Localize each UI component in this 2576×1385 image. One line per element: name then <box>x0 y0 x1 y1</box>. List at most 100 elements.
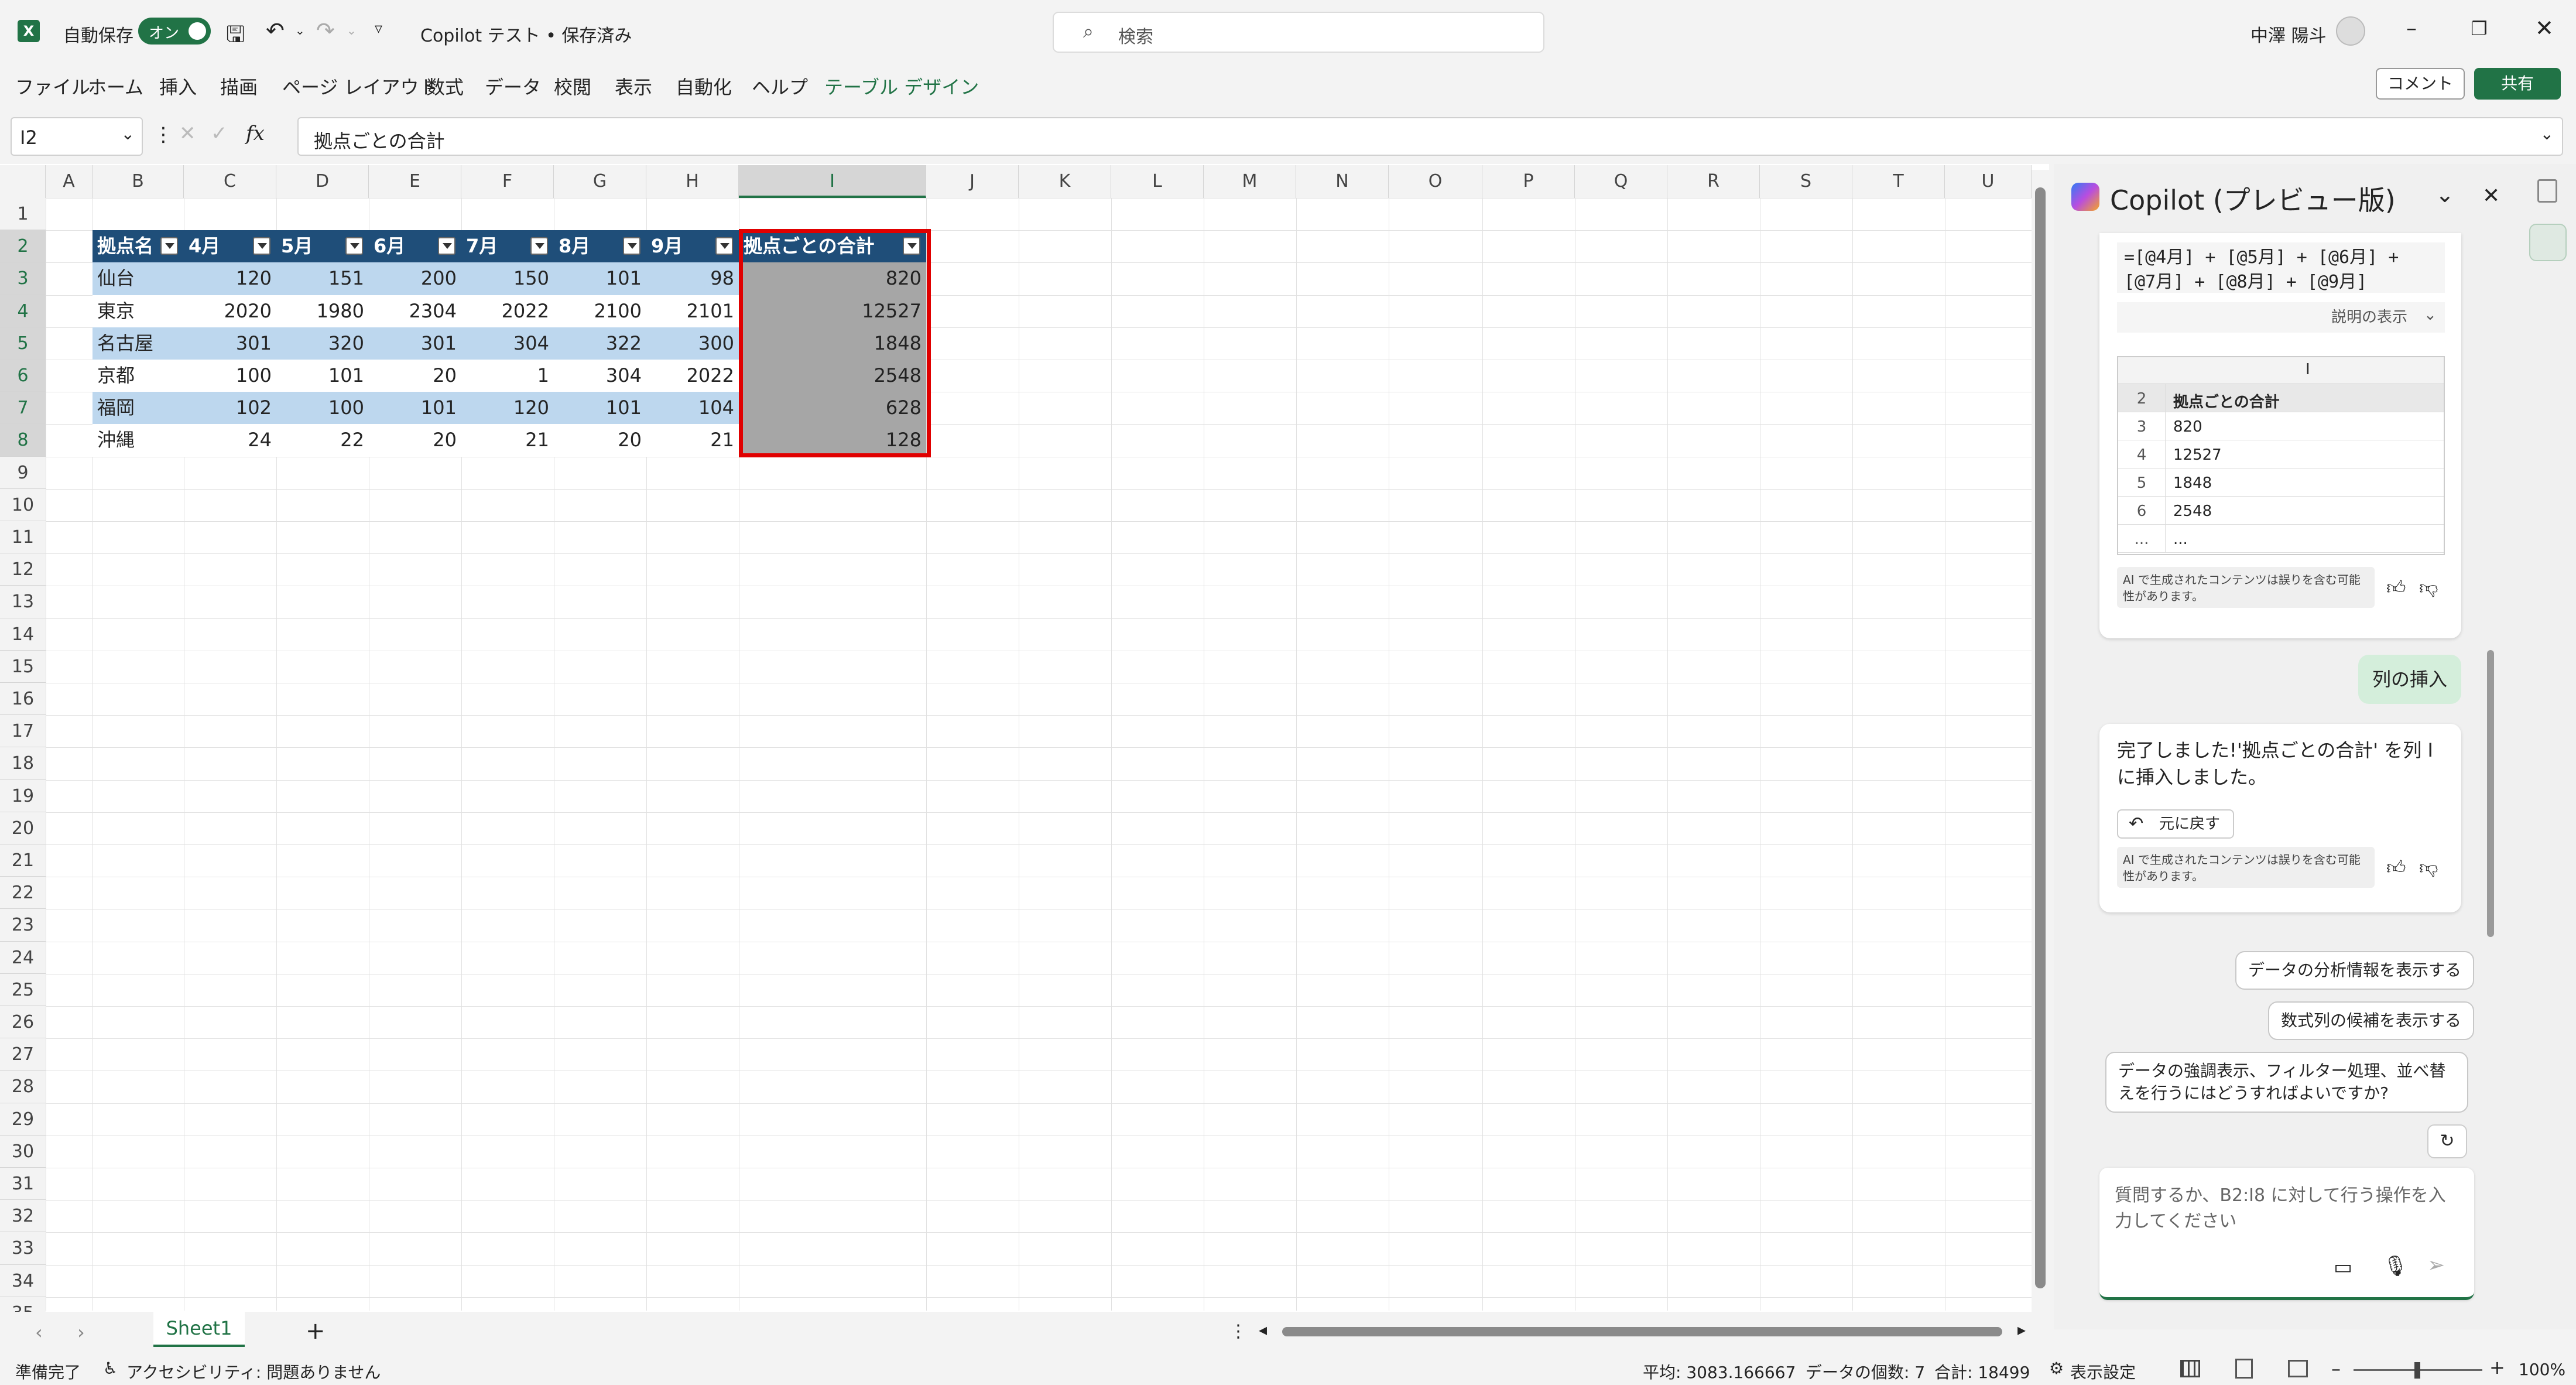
value-cell[interactable]: 98 <box>646 262 739 295</box>
average-status[interactable]: 平均: 3083.166667 <box>1643 1360 1796 1383</box>
row-header-29[interactable]: 29 <box>0 1103 46 1136</box>
value-cell[interactable]: 304 <box>554 360 646 392</box>
value-cell[interactable]: 101 <box>369 392 461 425</box>
sum-status[interactable]: 合計: 18499 <box>1934 1360 2030 1383</box>
value-cell[interactable]: 100 <box>276 392 369 425</box>
column-header-f[interactable]: F <box>461 165 554 198</box>
share-button[interactable]: 共有 <box>2474 68 2561 100</box>
name-box-dropdown-icon[interactable]: ⌄ <box>121 124 135 143</box>
row-header-25[interactable]: 25 <box>0 973 46 1006</box>
row-header-31[interactable]: 31 <box>0 1168 46 1201</box>
column-header-l[interactable]: L <box>1111 165 1204 198</box>
row-header-34[interactable]: 34 <box>0 1264 46 1297</box>
insert-function-icon[interactable]: fx <box>246 122 265 145</box>
page-break-view-icon[interactable] <box>2288 1360 2308 1377</box>
column-header-e[interactable]: E <box>369 165 461 198</box>
column-header-j[interactable]: J <box>926 165 1019 198</box>
column-header-u[interactable]: U <box>1945 165 2032 198</box>
filter-dropdown-icon[interactable] <box>530 237 548 255</box>
value-cell[interactable]: 300 <box>646 327 739 360</box>
value-cell[interactable]: 2100 <box>554 295 646 327</box>
table-header-cell[interactable]: 9月 <box>646 230 739 263</box>
value-cell[interactable]: 151 <box>276 262 369 295</box>
location-cell[interactable]: 仙台 <box>93 262 184 295</box>
column-header-n[interactable]: N <box>1296 165 1389 198</box>
filter-dropdown-icon[interactable] <box>715 237 733 255</box>
value-cell[interactable]: 322 <box>554 327 646 360</box>
restore-icon[interactable]: ❐ <box>2471 18 2488 40</box>
value-cell[interactable]: 101 <box>276 360 369 392</box>
value-cell[interactable]: 21 <box>461 424 554 457</box>
thumbs-down-icon[interactable]: 👎︎ <box>2419 576 2438 599</box>
cancel-icon[interactable]: ✕ <box>179 122 196 145</box>
undo-dropdown-icon[interactable]: ⌄ <box>295 23 305 37</box>
tab-formulas[interactable]: 数式 <box>426 73 464 100</box>
tab-file[interactable]: ファイル <box>15 73 90 100</box>
value-cell[interactable]: 21 <box>646 424 739 457</box>
title-chevron-icon[interactable]: ⌄ <box>603 19 616 36</box>
select-all-corner[interactable] <box>0 165 46 198</box>
row-header-14[interactable]: 14 <box>0 618 46 651</box>
row-header-15[interactable]: 15 <box>0 650 46 683</box>
row-header-2[interactable]: 2 <box>0 230 46 263</box>
tab-splitter-icon[interactable]: ⋮ <box>1229 1321 1247 1342</box>
customize-toolbar-icon[interactable]: ▿ <box>375 20 382 37</box>
display-settings-label[interactable]: 表示設定 <box>2070 1360 2136 1383</box>
notes-icon[interactable] <box>2537 179 2557 203</box>
send-icon[interactable]: ➢ <box>2427 1253 2445 1277</box>
row-header-6[interactable]: 6 <box>0 360 46 392</box>
minimize-icon[interactable]: – <box>2406 16 2417 40</box>
chat-input[interactable]: 質問するか、B2:I8 に対して行う操作を入力してください ▭ 🎙︎ ➢ <box>2099 1168 2474 1300</box>
zoom-out-icon[interactable]: – <box>2331 1357 2341 1380</box>
accessibility-status[interactable]: アクセシビリティ: 問題ありません <box>126 1360 381 1383</box>
row-header-32[interactable]: 32 <box>0 1200 46 1233</box>
table-header-cell[interactable]: 8月 <box>554 230 646 263</box>
location-cell[interactable]: 京都 <box>93 360 184 392</box>
row-header-3[interactable]: 3 <box>0 262 46 295</box>
filter-dropdown-icon[interactable] <box>160 237 178 255</box>
column-header-r[interactable]: R <box>1667 165 1760 198</box>
prev-sheet-icon[interactable]: ‹ <box>35 1321 43 1343</box>
value-cell[interactable]: 150 <box>461 262 554 295</box>
value-cell[interactable]: 301 <box>369 327 461 360</box>
filter-dropdown-icon[interactable] <box>623 237 640 255</box>
thumbs-up-icon[interactable]: 👍︎ <box>2386 576 2406 599</box>
value-cell[interactable]: 104 <box>646 392 739 425</box>
row-header-8[interactable]: 8 <box>0 424 46 457</box>
row-header-12[interactable]: 12 <box>0 553 46 586</box>
value-cell[interactable]: 20 <box>369 360 461 392</box>
copilot-rail-icon[interactable] <box>2529 224 2567 261</box>
value-cell[interactable]: 2304 <box>369 295 461 327</box>
tab-help[interactable]: ヘルプ <box>752 73 808 100</box>
copilot-close-icon[interactable]: ✕ <box>2482 184 2500 208</box>
column-header-d[interactable]: D <box>276 165 369 198</box>
suggestion-formula-columns[interactable]: 数式列の候補を表示する <box>2268 1001 2475 1040</box>
table-header-cell[interactable]: 5月 <box>276 230 369 263</box>
column-header-c[interactable]: C <box>184 165 276 198</box>
close-window-icon[interactable]: ✕ <box>2535 15 2554 41</box>
save-icon[interactable]: 🖫 <box>226 18 245 56</box>
value-cell[interactable]: 1 <box>461 360 554 392</box>
undo-icon[interactable]: ↶ <box>266 18 285 43</box>
table-header-cell[interactable]: 6月 <box>369 230 461 263</box>
filter-dropdown-icon[interactable] <box>345 237 363 255</box>
comment-button[interactable]: コメント <box>2376 68 2465 100</box>
row-header-26[interactable]: 26 <box>0 1006 46 1039</box>
tab-table-design[interactable]: テーブル デザイン <box>824 73 979 100</box>
vertical-scrollbar[interactable] <box>2032 170 2049 1318</box>
undo-button[interactable]: ↶ 元に戻す <box>2117 809 2234 839</box>
more-icon[interactable]: ⋮ <box>153 123 173 146</box>
copilot-collapse-icon[interactable]: ⌄ <box>2435 182 2454 207</box>
row-header-16[interactable]: 16 <box>0 683 46 716</box>
value-cell[interactable]: 101 <box>554 262 646 295</box>
row-header-24[interactable]: 24 <box>0 941 46 974</box>
row-header-20[interactable]: 20 <box>0 812 46 844</box>
row-header-9[interactable]: 9 <box>0 456 46 489</box>
column-header-i[interactable]: I <box>739 165 926 198</box>
horizontal-scrollbar[interactable]: ◂ ▸ <box>1259 1320 2026 1339</box>
value-cell[interactable]: 2022 <box>461 295 554 327</box>
tab-view[interactable]: 表示 <box>615 73 652 100</box>
user-name[interactable]: 中澤 陽斗 <box>2250 21 2327 47</box>
zoom-slider[interactable] <box>2354 1362 2482 1379</box>
show-explanation-button[interactable]: 説明の表示 ⌄ <box>2117 302 2445 333</box>
